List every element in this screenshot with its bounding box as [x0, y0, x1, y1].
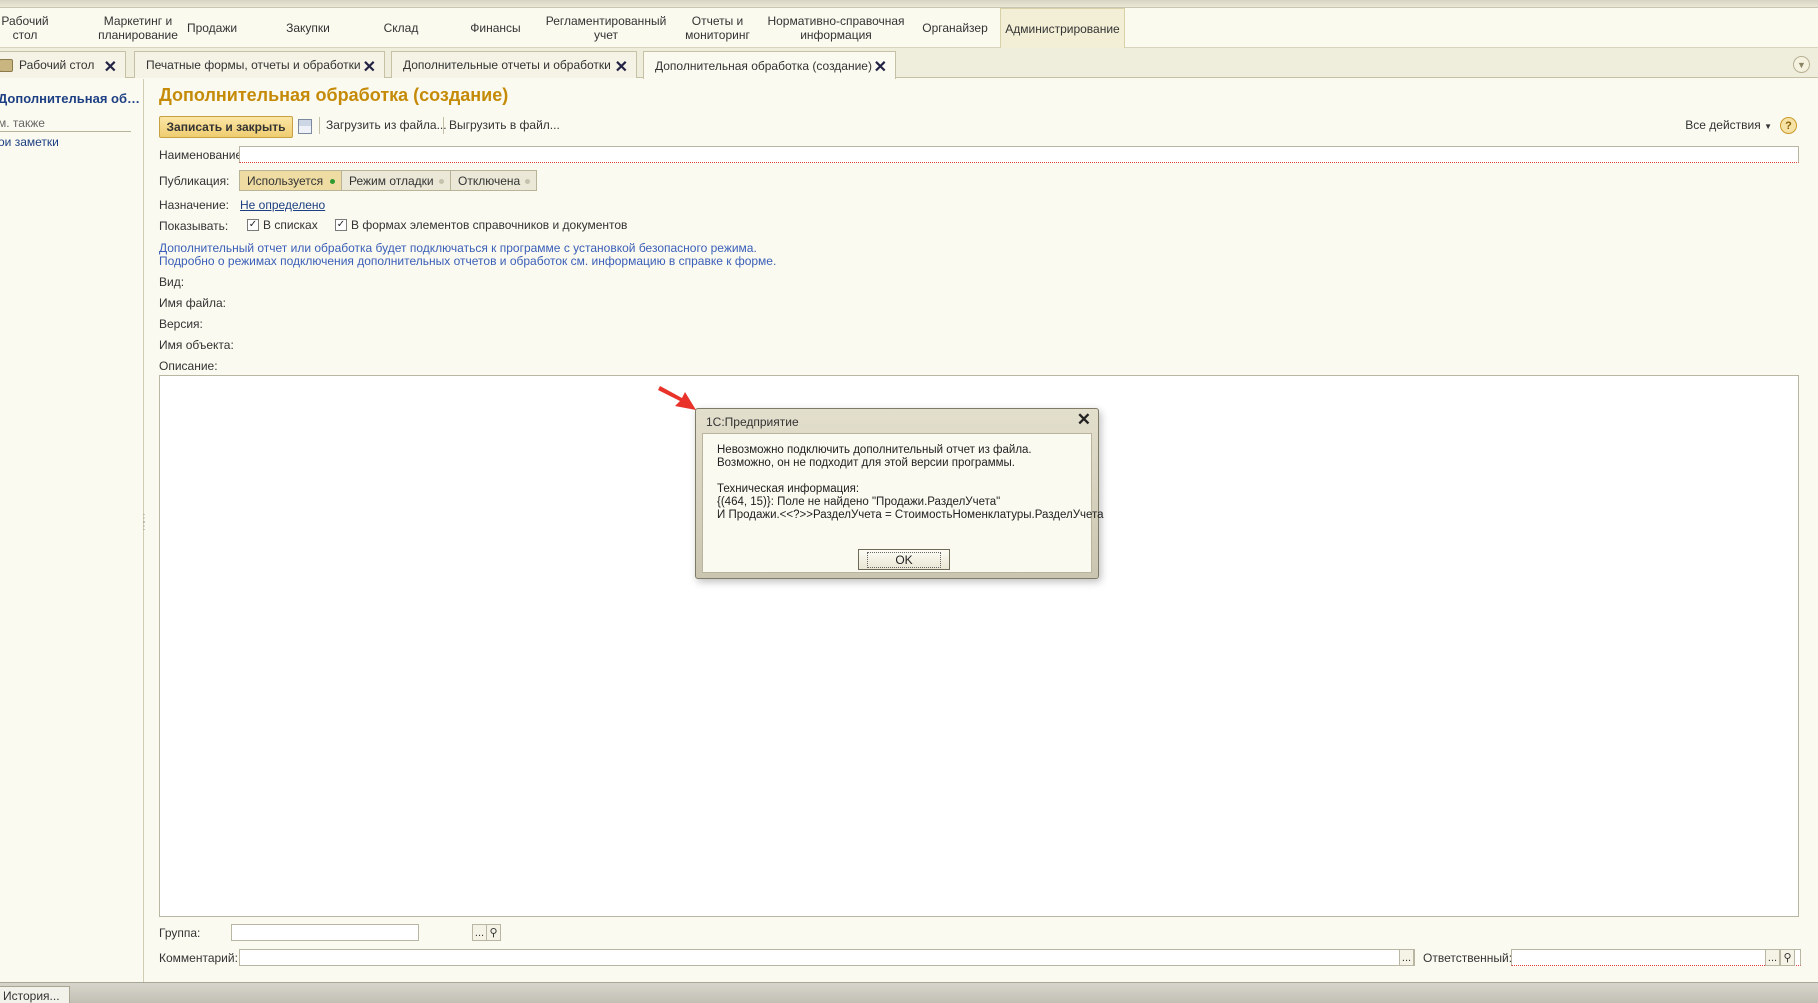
close-icon[interactable]: ✕ [104, 57, 117, 77]
option-label: Режим отладки [349, 173, 434, 188]
close-icon[interactable]: ✕ [874, 57, 887, 77]
assignment-label: Назначение: [159, 198, 230, 212]
tech-info-line: И Продажи.<<?>>РазделУчета = СтоимостьНо… [717, 509, 1104, 521]
load-from-file-button[interactable]: Загрузить из файла... [326, 118, 447, 132]
responsible-label: Ответственный: [1423, 951, 1513, 965]
window-top-strip [0, 0, 1818, 8]
menu-finance[interactable]: Финансы [463, 8, 528, 48]
kind-label: Вид: [159, 275, 185, 289]
menu-purchases[interactable]: Закупки [278, 8, 338, 48]
option-label: Отключена [458, 173, 521, 188]
group-select-button[interactable]: ... [472, 924, 487, 941]
help-info: Подробно о режимах подключения дополните… [159, 254, 777, 268]
export-to-file-button[interactable]: Выгрузить в файл... [449, 118, 560, 132]
menu-reference-info[interactable]: Нормативно-справочная информация [766, 8, 906, 48]
checkbox-checked-icon: ✓ [247, 219, 259, 231]
menu-reports-monitoring[interactable]: Отчеты и мониторинг [680, 8, 755, 48]
version-label: Версия: [159, 317, 203, 331]
search-icon[interactable]: ⚲ [486, 924, 501, 941]
comment-label: Комментарий: [159, 951, 238, 965]
checkbox-checked-icon: ✓ [335, 219, 347, 231]
responsible-input[interactable] [1511, 949, 1801, 966]
menu-desktop[interactable]: Рабочий стол [0, 8, 50, 48]
show-in-forms-checkbox[interactable]: ✓ В формах элементов справочников и доку… [335, 218, 627, 232]
name-input[interactable] [239, 146, 1799, 163]
group-label: Группа: [159, 926, 201, 940]
red-arrow-icon [658, 386, 696, 410]
help-icon[interactable]: ? [1780, 117, 1797, 134]
tab-label: Рабочий стол [19, 58, 95, 72]
dialog-title: 1С:Предприятие [706, 415, 799, 429]
panel-splitter-handle[interactable]: ⋮ ⋮ [139, 514, 149, 545]
error-message-hint: Возможно, он не подходит для этой версии… [717, 457, 1015, 469]
toolbar-separator [443, 117, 444, 134]
filename-label: Имя файла: [159, 296, 226, 310]
error-message: Невозможно подключить дополнительный отч… [717, 444, 1032, 456]
all-actions-label: Все действия [1685, 118, 1761, 132]
assignment-link[interactable]: Не определено [240, 198, 325, 212]
all-actions-menu[interactable]: Все действия ▼ [1685, 118, 1772, 132]
tab-additional-processing-create[interactable]: Дополнительная обработка (создание) ✕ [643, 51, 896, 79]
responsible-select-button[interactable]: ... [1765, 949, 1780, 966]
menu-regulated-accounting[interactable]: Регламентированный учет [546, 8, 667, 48]
checkbox-label: В формах элементов справочников и докуме… [351, 218, 628, 232]
object-name-label: Имя объекта: [159, 338, 234, 352]
menu-warehouse[interactable]: Склад [376, 8, 426, 48]
checkbox-label: В списках [263, 218, 318, 232]
name-label: Наименование: [159, 148, 246, 162]
close-icon[interactable]: ✕ [1077, 410, 1091, 430]
description-label: Описание: [159, 359, 218, 373]
status-dot-icon [439, 179, 444, 184]
publication-disabled-option[interactable]: Отключена [450, 170, 537, 191]
toolbar-separator [319, 117, 320, 134]
tab-additional-reports[interactable]: Дополнительные отчеты и обработки ✕ [391, 51, 637, 78]
save-and-close-button[interactable]: Записать и закрыть [159, 116, 293, 138]
tabs-dropdown-icon[interactable]: ▼ [1793, 56, 1810, 73]
save-icon[interactable] [298, 119, 312, 134]
option-label: Используется [247, 173, 324, 188]
comment-select-button[interactable]: ... [1399, 949, 1414, 966]
tab-desktop[interactable]: Рабочий стол ✕ [0, 51, 126, 78]
close-icon[interactable]: ✕ [615, 57, 628, 77]
see-also-header: м. также [0, 116, 131, 132]
tech-info-label: Техническая информация: [717, 483, 860, 495]
dialog-body: Невозможно подключить дополнительный отч… [702, 433, 1104, 573]
comment-input[interactable] [239, 949, 1415, 966]
error-dialog: 1С:Предприятие ✕ Невозможно подключить д… [695, 408, 1104, 579]
show-in-lists-checkbox[interactable]: ✓ В списках [247, 218, 318, 232]
publication-label: Публикация: [159, 174, 230, 188]
menu-marketing[interactable]: Маркетинг и планирование [78, 8, 198, 48]
menu-organizer[interactable]: Органайзер [916, 8, 994, 48]
ok-button[interactable]: OK [858, 549, 950, 570]
status-dot-icon [330, 179, 335, 184]
menu-administration[interactable]: Администрирование [1000, 8, 1125, 48]
publication-debug-option[interactable]: Режим отладки [341, 170, 451, 191]
desktop-icon [0, 58, 13, 72]
tech-info-line: {(464, 15)}: Поле не найдено "Продажи.Ра… [717, 496, 1001, 508]
group-input[interactable] [231, 924, 419, 941]
close-icon[interactable]: ✕ [363, 57, 376, 77]
nav-panel-title[interactable]: Дополнительная обр... [0, 91, 144, 106]
page-title: Дополнительная обработка (создание) [159, 85, 509, 105]
show-label: Показывать: [159, 219, 229, 233]
publication-used-option[interactable]: Используется [239, 170, 342, 191]
ok-label: OK [867, 551, 941, 568]
my-notes-link[interactable]: ои заметки [0, 135, 59, 149]
chevron-down-icon: ▼ [1764, 122, 1772, 131]
menu-sales[interactable]: Продажи [182, 8, 242, 48]
safe-mode-info: Дополнительный отчет или обработка будет… [159, 241, 757, 255]
search-icon[interactable]: ⚲ [1780, 949, 1795, 966]
tab-print-forms[interactable]: Печатные формы, отчеты и обработки ✕ [134, 51, 385, 78]
tab-label: Дополнительные отчеты и обработки [403, 58, 611, 72]
tab-label: Дополнительная обработка (создание) [655, 58, 872, 73]
navigation-panel: Дополнительная обр... м. также ои заметк… [0, 79, 144, 982]
tab-label: Печатные формы, отчеты и обработки [146, 58, 361, 72]
open-windows-tabbar: Рабочий стол ✕ Печатные формы, отчеты и … [0, 48, 1818, 79]
history-button[interactable]: История... [0, 986, 70, 1003]
status-dot-icon [525, 179, 530, 184]
section-menubar: Рабочий стол Маркетинг и планирование Пр… [0, 8, 1818, 48]
history-bar: История... [0, 982, 1818, 1003]
